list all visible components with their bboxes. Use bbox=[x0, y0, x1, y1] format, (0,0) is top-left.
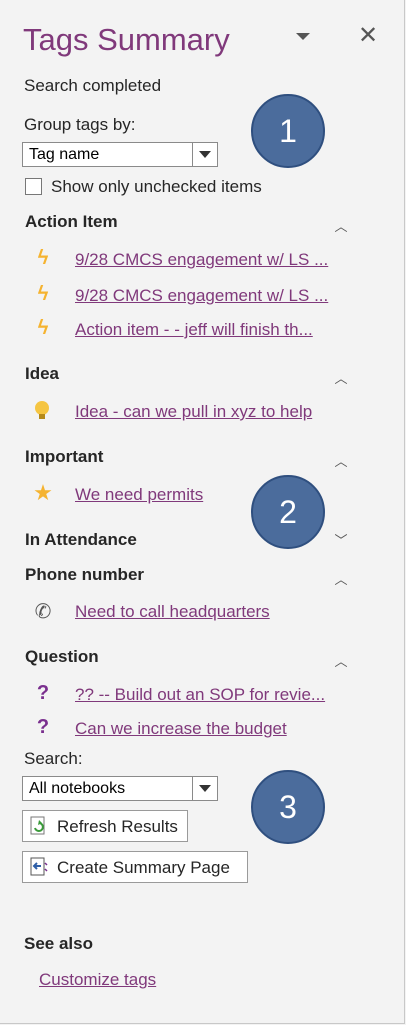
collapse-chevron-up-icon[interactable]: ︿ bbox=[334, 451, 348, 470]
group-by-dropdown-button[interactable] bbox=[192, 143, 217, 166]
star-icon: ★ bbox=[33, 480, 53, 505]
expand-chevron-down-icon[interactable]: ﹀ bbox=[334, 530, 348, 549]
search-status: Search completed bbox=[24, 76, 162, 95]
tag-item-link[interactable]: We need permits bbox=[75, 485, 203, 505]
tag-item-link[interactable]: Action item - - jeff will finish th... bbox=[75, 320, 313, 340]
tag-item-link[interactable]: 9/28 CMCS engagement w/ LS ... bbox=[75, 250, 328, 270]
close-icon[interactable]: ✕ bbox=[358, 22, 378, 50]
search-scope-dropdown-button[interactable] bbox=[192, 777, 217, 800]
collapse-chevron-up-icon[interactable]: ︿ bbox=[334, 651, 348, 670]
collapse-chevron-up-icon[interactable]: ︿ bbox=[334, 216, 348, 235]
lightning-icon: ϟ bbox=[37, 247, 49, 269]
search-scope-value: All notebooks bbox=[29, 780, 126, 797]
pane-title: Tags Summary bbox=[23, 22, 230, 57]
show-unchecked-checkbox[interactable] bbox=[25, 178, 42, 195]
phone-icon: ✆ bbox=[34, 601, 52, 623]
tag-item-link[interactable]: 9/28 CMCS engagement w/ LS ... bbox=[75, 286, 328, 306]
create-summary-page-icon bbox=[30, 857, 48, 877]
group-heading-question[interactable]: Question bbox=[25, 647, 99, 667]
lightning-icon: ϟ bbox=[37, 317, 49, 339]
group-by-select[interactable]: Tag name bbox=[22, 142, 218, 167]
group-heading-important[interactable]: Important bbox=[25, 447, 103, 467]
tag-item-link[interactable]: Can we increase the budget bbox=[75, 719, 287, 739]
customize-tags-link[interactable]: Customize tags bbox=[39, 970, 156, 990]
refresh-results-label: Refresh Results bbox=[57, 817, 178, 836]
search-scope-select[interactable]: All notebooks bbox=[22, 776, 218, 801]
refresh-results-button[interactable]: Refresh Results bbox=[22, 810, 188, 842]
group-heading-action-item[interactable]: Action Item bbox=[25, 212, 118, 232]
pane-options-chevron-down-icon[interactable] bbox=[296, 33, 310, 40]
lightbulb-icon bbox=[32, 400, 54, 422]
callout-badge-1: 1 bbox=[251, 94, 325, 168]
group-heading-idea[interactable]: Idea bbox=[25, 364, 59, 384]
see-also-heading: See also bbox=[24, 934, 93, 953]
callout-badge-2: 2 bbox=[251, 475, 325, 549]
create-summary-page-button[interactable]: Create Summary Page bbox=[22, 851, 248, 883]
question-icon: ? bbox=[36, 716, 50, 738]
refresh-icon bbox=[30, 816, 48, 836]
group-heading-in-attendance[interactable]: In Attendance bbox=[25, 530, 137, 550]
show-unchecked-label: Show only unchecked items bbox=[51, 177, 262, 196]
tag-item-link[interactable]: Idea - can we pull in xyz to help bbox=[75, 402, 312, 422]
search-scope-label: Search: bbox=[24, 749, 83, 768]
group-heading-phone-number[interactable]: Phone number bbox=[25, 565, 144, 585]
collapse-chevron-up-icon[interactable]: ︿ bbox=[334, 368, 348, 387]
group-by-value: Tag name bbox=[29, 146, 100, 163]
tag-item-link[interactable]: ?? -- Build out an SOP for revie... bbox=[75, 685, 325, 705]
question-icon: ? bbox=[36, 682, 50, 704]
tag-item-link[interactable]: Need to call headquarters bbox=[75, 602, 270, 622]
tags-summary-pane: Tags Summary ✕ Search completed Group ta… bbox=[0, 0, 405, 1024]
create-summary-page-label: Create Summary Page bbox=[57, 858, 230, 877]
group-by-label: Group tags by: bbox=[24, 115, 136, 134]
lightning-icon: ϟ bbox=[37, 283, 49, 305]
callout-badge-3: 3 bbox=[251, 770, 325, 844]
collapse-chevron-up-icon[interactable]: ︿ bbox=[334, 569, 348, 588]
